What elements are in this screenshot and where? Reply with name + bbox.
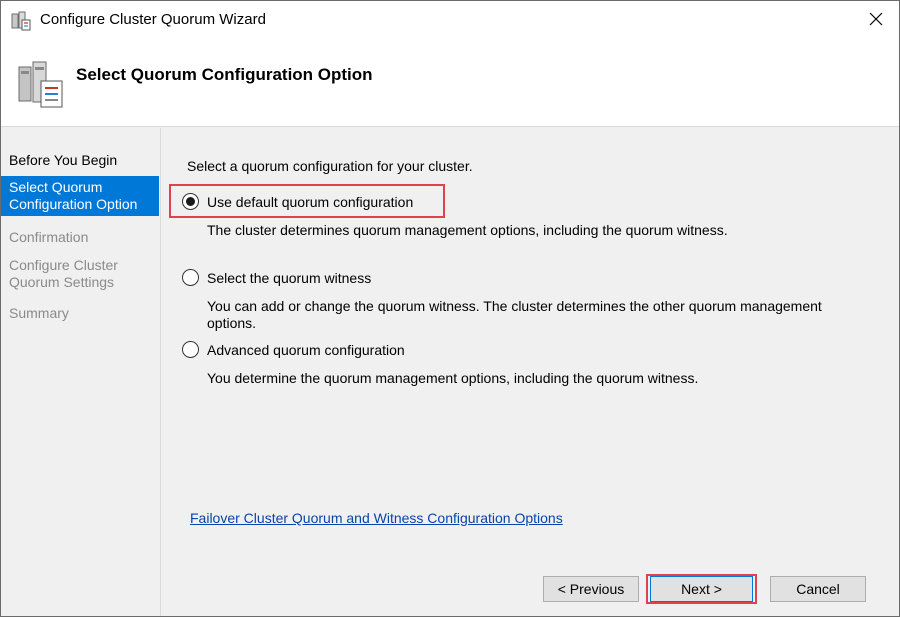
radio-label-advanced: Advanced quorum configuration bbox=[207, 341, 405, 358]
wizard-app-icon bbox=[11, 11, 31, 31]
nav-step-configure-settings: Configure Cluster Quorum Settings bbox=[9, 257, 118, 290]
cluster-servers-icon bbox=[17, 59, 65, 109]
radio-button-advanced[interactable] bbox=[182, 341, 199, 358]
help-link-quorum-options[interactable]: Failover Cluster Quorum and Witness Conf… bbox=[190, 510, 563, 526]
radio-label-witness: Select the quorum witness bbox=[207, 269, 372, 286]
nav-step-before-you-begin[interactable]: Before You Begin bbox=[1, 152, 159, 169]
radio-option-witness[interactable]: Select the quorum witness bbox=[182, 269, 371, 286]
radio-button-default[interactable] bbox=[182, 193, 199, 210]
option-default-description: The cluster determines quorum management… bbox=[207, 222, 728, 238]
wizard-window: Configure Cluster Quorum Wizard Select Q… bbox=[0, 0, 900, 617]
next-button[interactable]: Next > bbox=[650, 576, 753, 602]
radio-option-advanced[interactable]: Advanced quorum configuration bbox=[182, 341, 405, 358]
intro-text: Select a quorum configuration for your c… bbox=[187, 158, 473, 174]
wizard-steps-nav: Before You Begin Select Quorum Configura… bbox=[1, 128, 161, 616]
radio-selected-dot bbox=[186, 197, 195, 206]
option-witness-description: You can add or change the quorum witness… bbox=[207, 298, 822, 331]
nav-step-select-quorum[interactable]: Select Quorum Configuration Option bbox=[1, 176, 159, 216]
close-button[interactable] bbox=[853, 1, 899, 39]
wizard-content: Select a quorum configuration for your c… bbox=[162, 128, 899, 616]
title-bar: Configure Cluster Quorum Wizard bbox=[1, 1, 899, 39]
radio-button-witness[interactable] bbox=[182, 269, 199, 286]
radio-label-default: Use default quorum configuration bbox=[207, 193, 414, 210]
window-title: Configure Cluster Quorum Wizard bbox=[40, 11, 266, 28]
nav-step-label: Select Quorum Configuration Option bbox=[9, 179, 138, 212]
previous-button[interactable]: < Previous bbox=[543, 576, 639, 602]
close-icon bbox=[869, 12, 883, 29]
page-title: Select Quorum Configuration Option bbox=[76, 65, 373, 84]
radio-option-default[interactable]: Use default quorum configuration bbox=[182, 193, 413, 210]
nav-step-summary: Summary bbox=[9, 305, 69, 321]
option-advanced-description: You determine the quorum management opti… bbox=[207, 370, 699, 386]
nav-step-confirmation: Confirmation bbox=[9, 229, 89, 245]
wizard-header: Select Quorum Configuration Option bbox=[1, 39, 899, 127]
cancel-button[interactable]: Cancel bbox=[770, 576, 866, 602]
